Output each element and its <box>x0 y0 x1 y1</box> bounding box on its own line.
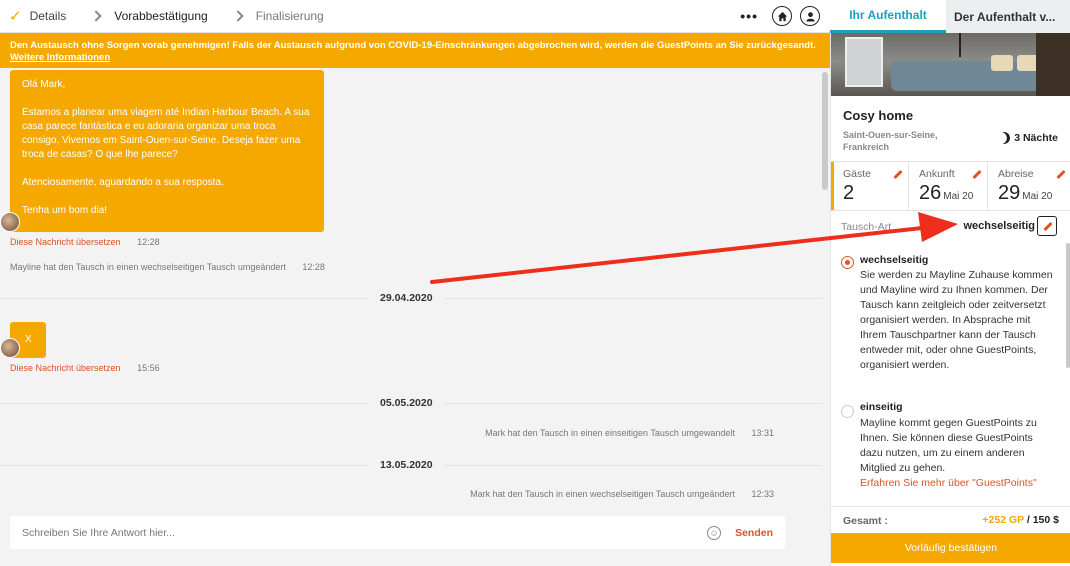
pencil-icon[interactable] <box>892 169 902 179</box>
date-label: 29.04.2020 <box>368 292 445 304</box>
translate-message-link[interactable]: Diese Nachricht übersetzen <box>10 363 121 373</box>
option-mutual-title: wechselseitig <box>860 254 929 266</box>
banner-text: Den Austausch ohne Sorgen vorab genehmig… <box>10 40 816 51</box>
tab-your-stay[interactable]: Ihr Aufenthalt <box>830 0 946 33</box>
radio-one-way[interactable] <box>841 405 854 418</box>
message-greeting: Olá Mark, <box>22 79 66 90</box>
step-details-label: Details <box>29 9 67 23</box>
chevron-right-icon <box>232 10 244 22</box>
departure-month: Mai 20 <box>1022 191 1053 202</box>
check-icon: ✓ <box>9 8 22 25</box>
translate-message: Diese Nachricht übersetzen 15:56 <box>10 363 160 373</box>
system-message: Mark hat den Tausch in einen wechselseit… <box>470 489 774 499</box>
step-finalization-label: Finalisierung <box>255 9 324 23</box>
emoji-icon[interactable]: ☺ <box>707 525 722 540</box>
guests-value: 2 <box>843 182 855 204</box>
message-body: X <box>25 334 32 345</box>
system-message-time: 12:33 <box>751 489 774 499</box>
radio-mutual[interactable] <box>841 256 854 269</box>
user-icon <box>805 11 815 22</box>
reply-box: ☺ Senden <box>10 516 785 549</box>
panel-scrollbar[interactable] <box>1066 243 1070 368</box>
total-row: Gesamt : +252 GP / 150 $ <box>831 506 1070 533</box>
arrival-day: 26 <box>919 182 942 204</box>
pencil-icon[interactable] <box>971 169 981 179</box>
total-label: Gesamt : <box>843 515 888 527</box>
home-icon <box>777 11 787 21</box>
message-time: 15:56 <box>137 363 160 373</box>
confirm-button[interactable]: Vorläufig bestätigen <box>831 533 1070 563</box>
translate-message: Diese Nachricht übersetzen 12:28 <box>10 237 160 247</box>
guestpoints-link[interactable]: Erfahren Sie mehr über "GuestPoints" <box>860 477 1037 489</box>
send-button[interactable]: Senden <box>735 527 773 539</box>
total-price: / 150 $ <box>1026 514 1059 526</box>
departure-day: 29 <box>998 182 1021 204</box>
tab-partner-stay[interactable]: Der Aufenthalt v... <box>946 0 1070 33</box>
avatar <box>0 212 20 232</box>
edit-exchange-type-button[interactable] <box>1037 216 1057 236</box>
translate-message-link[interactable]: Diese Nachricht übersetzen <box>10 237 121 247</box>
system-message-text: Mayline hat den Tausch in einen wechsels… <box>10 262 286 272</box>
stay-tabs: Ihr Aufenthalt Der Aufenthalt v... <box>830 0 1070 33</box>
total-value: +252 GP / 150 $ <box>982 514 1059 526</box>
message-body: Estamos a planear uma viagem até Indian … <box>22 107 310 160</box>
option-mutual-desc: Sie werden zu Mayline Zuhause kommen und… <box>860 269 1053 371</box>
more-options-button[interactable]: ••• <box>740 8 758 24</box>
exchange-type: Tausch-Art wechselseitig <box>831 211 1070 241</box>
total-gp: +252 GP <box>982 514 1024 526</box>
system-message: Mark hat den Tausch in einen einseitigen… <box>485 428 774 438</box>
system-message-time: 12:28 <box>302 262 325 272</box>
date-label: 13.05.2020 <box>368 459 445 471</box>
step-finalization[interactable]: Finalisierung <box>256 9 324 23</box>
guests-box[interactable]: Gäste 2 <box>831 162 909 210</box>
arrival-month: Mai 20 <box>943 191 974 202</box>
nights-label: 3 Nächte <box>1014 132 1058 144</box>
pencil-icon[interactable] <box>1055 169 1065 179</box>
home-photo[interactable] <box>831 33 1070 96</box>
system-message-text: Mark hat den Tausch in einen wechselseit… <box>470 489 735 499</box>
exchange-type-label: Tausch-Art <box>841 221 892 233</box>
system-message-time: 13:31 <box>751 428 774 438</box>
system-message: Mayline hat den Tausch in einen wechsels… <box>10 262 325 272</box>
date-label: 05.05.2020 <box>368 397 445 409</box>
exchange-options: wechselseitig Sie werden zu Mayline Zuha… <box>831 243 1063 505</box>
departure-box[interactable]: Abreise 29 Mai 20 <box>988 162 1070 210</box>
home-button[interactable] <box>772 6 792 26</box>
moon-icon <box>997 130 1012 145</box>
stay-panel: Cosy home Saint-Ouen-sur-Seine, Frankrei… <box>830 33 1070 566</box>
step-pre-approval[interactable]: Vorabbestätigung <box>114 9 207 23</box>
step-details[interactable]: ✓ Details <box>0 7 66 25</box>
home-location: Saint-Ouen-sur-Seine, Frankreich <box>843 130 938 152</box>
step-pre-approval-label: Vorabbestätigung <box>114 9 208 23</box>
covid-banner: Den Austausch ohne Sorgen vorab genehmig… <box>0 33 830 68</box>
user-button[interactable] <box>800 6 820 26</box>
avatar <box>0 338 20 358</box>
banner-more-info-link[interactable]: Weitere Informationen <box>10 52 110 63</box>
chat-scrollbar[interactable] <box>822 72 828 190</box>
chevron-right-icon <box>90 10 102 22</box>
message-sign: Tenha um bom dia! <box>22 205 108 216</box>
message-bubble: Olá Mark, Estamos a planear uma viagem a… <box>10 70 324 232</box>
option-one-way-title: einseitig <box>860 401 903 413</box>
arrival-box[interactable]: Ankunft 26 Mai 20 <box>909 162 988 210</box>
message-closing: Atenciosamente, aguardando a sua respost… <box>22 177 224 188</box>
message-time: 12:28 <box>137 237 160 247</box>
home-title[interactable]: Cosy home <box>843 108 913 123</box>
reply-input[interactable] <box>22 526 708 539</box>
pencil-icon <box>1042 221 1052 231</box>
exchange-type-value: wechselseitig <box>963 220 1035 232</box>
progress-bar: ✓ Details Vorabbestätigung Finalisierung… <box>0 0 830 33</box>
option-one-way-desc: Mayline kommt gegen GuestPoints zu Ihnen… <box>860 417 1037 474</box>
stay-details: Gäste 2 Ankunft 26 Mai 20 Abreise 29 Mai 2… <box>831 161 1070 211</box>
nights-count: 3 Nächte <box>998 132 1058 144</box>
system-message-text: Mark hat den Tausch in einen einseitigen… <box>485 428 735 438</box>
